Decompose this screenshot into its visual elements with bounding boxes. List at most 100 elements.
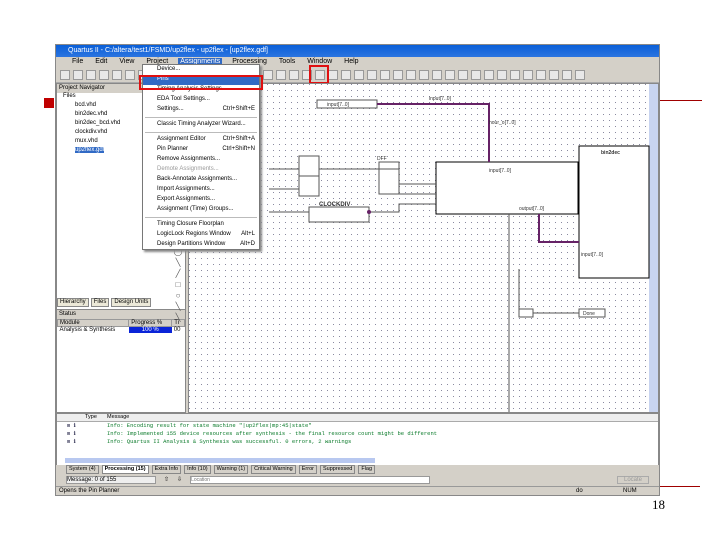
- col-message: Message: [107, 414, 130, 420]
- pin-planner-toolbar-highlight[interactable]: [309, 65, 329, 84]
- status-text: Opens the Pin Planner: [59, 488, 120, 494]
- toolbar-button[interactable]: [575, 70, 585, 80]
- menu-view[interactable]: View: [117, 58, 136, 67]
- menu-item-label: Assignment Editor: [157, 136, 206, 142]
- drawing-tools[interactable]: ▭◯╲╱□○╲╲: [170, 235, 186, 335]
- message-row[interactable]: Info: Implemented 155 device resources a…: [57, 430, 658, 438]
- toolbar-button[interactable]: [562, 70, 572, 80]
- horizontal-scrollbar[interactable]: [65, 458, 375, 463]
- clockdiv-block[interactable]: [308, 206, 370, 223]
- menu-separator: [145, 217, 257, 218]
- menu-item-shortcut: Ctrl+Shift+N: [222, 146, 255, 152]
- bin2dec-block[interactable]: [578, 145, 650, 279]
- message-tab[interactable]: Warning (1): [213, 465, 249, 474]
- locate-button[interactable]: Locate: [616, 476, 649, 484]
- toolbar-button[interactable]: [484, 70, 494, 80]
- menu-item-logiclock-regions-window[interactable]: LogicLock Regions Window Alt+L: [143, 230, 259, 240]
- menu-tools[interactable]: Tools: [277, 58, 297, 67]
- toolbar-button[interactable]: [432, 70, 442, 80]
- menu-item-device[interactable]: Device...: [143, 65, 259, 75]
- toolbar-button[interactable]: [73, 70, 83, 80]
- menu-item-label: EDA Tool Settings...: [157, 96, 210, 102]
- tab-design-units[interactable]: Design Units: [111, 298, 152, 307]
- message-tab[interactable]: Suppressed: [319, 465, 356, 474]
- col-type: Type: [85, 414, 97, 420]
- message-row[interactable]: Info: Encoding result for state machine …: [57, 422, 658, 430]
- menu-item-import-assignments[interactable]: Import Assignments...: [143, 185, 259, 195]
- toolbar-button[interactable]: [471, 70, 481, 80]
- toolbar-button[interactable]: [497, 70, 507, 80]
- title-bar: Quartus II - C:/altera/test1/FSMD/up2fle…: [56, 45, 659, 57]
- menu-item-label: LogicLock Regions Window: [157, 231, 231, 237]
- menu-item-label: Export Assignments...: [157, 196, 216, 202]
- menu-help[interactable]: Help: [342, 58, 360, 67]
- location-input[interactable]: [190, 476, 431, 484]
- message-tab[interactable]: Processing (15): [101, 465, 149, 474]
- message-tab[interactable]: Flag: [358, 465, 376, 474]
- label: CLOCKDIV: [319, 202, 350, 208]
- menu-item-classic-timing-analyzer-wizard[interactable]: Classic Timing Analyzer Wizard...: [143, 120, 259, 130]
- up-arrow-icon[interactable]: ⇧: [164, 476, 169, 484]
- toolbar-button[interactable]: [263, 70, 273, 80]
- status-field: do: [576, 488, 583, 494]
- toolbar-button[interactable]: [419, 70, 429, 80]
- toolbar-button[interactable]: [406, 70, 416, 80]
- message-tab[interactable]: Error: [298, 465, 317, 474]
- tab-hierarchy[interactable]: Hierarchy: [57, 298, 89, 307]
- toolbar-button[interactable]: [125, 70, 135, 80]
- toolbar-button[interactable]: [328, 70, 338, 80]
- status-bar: Opens the Pin Planner do NUM: [56, 486, 659, 496]
- file-name: up2flex.gdf: [75, 147, 105, 153]
- menu-item-shortcut: Ctrl+Shift+E: [222, 106, 255, 112]
- toolbar-button[interactable]: [510, 70, 520, 80]
- toolbar-button[interactable]: [393, 70, 403, 80]
- menu-item-export-assignments[interactable]: Export Assignments...: [143, 195, 259, 205]
- menu-item-remove-assignments[interactable]: Remove Assignments...: [143, 155, 259, 165]
- menu-item-shortcut: Alt+L: [241, 231, 255, 237]
- message-tab[interactable]: Info (10): [184, 465, 211, 474]
- menu-item-design-partitions-window[interactable]: Design Partitions Window Alt+D: [143, 240, 259, 250]
- toolbar-button[interactable]: [367, 70, 377, 80]
- toolbar-button[interactable]: [445, 70, 455, 80]
- menu-item-pin-planner[interactable]: Pin Planner Ctrl+Shift+N: [143, 145, 259, 155]
- menu-edit[interactable]: Edit: [93, 58, 109, 67]
- toolbar-button[interactable]: [354, 70, 364, 80]
- tab-files[interactable]: Files: [90, 298, 110, 307]
- menu-item-assignment-editor[interactable]: Assignment Editor Ctrl+Shift+A: [143, 135, 259, 145]
- menu-item-shortcut: Ctrl+Shift+A: [222, 136, 255, 142]
- menu-item-assignment-time-groups[interactable]: Assignment (Time) Groups...: [143, 205, 259, 215]
- toolbar-button[interactable]: [536, 70, 546, 80]
- slide-rule-bottom: [660, 486, 700, 487]
- toolbar-button[interactable]: [458, 70, 468, 80]
- down-arrow-icon[interactable]: ⇩: [177, 476, 182, 484]
- toolbar-button[interactable]: [112, 70, 122, 80]
- toolbar-button[interactable]: [86, 70, 96, 80]
- label: input[7..0]: [327, 102, 350, 108]
- menu-item-demote-assignments[interactable]: Demote Assignments...: [143, 165, 259, 175]
- message-tab[interactable]: Critical Warning: [251, 465, 296, 474]
- toolbar-button[interactable]: [380, 70, 390, 80]
- toolbar-button[interactable]: [60, 70, 70, 80]
- toolbar-button[interactable]: [341, 70, 351, 80]
- toolbar-button[interactable]: [99, 70, 109, 80]
- toolbar-button[interactable]: [289, 70, 299, 80]
- menu-item-back-annotate-assignments[interactable]: Back-Annotate Assignments...: [143, 175, 259, 185]
- menu-item-timing-closure-floorplan[interactable]: Timing Closure Floorplan: [143, 220, 259, 230]
- dff-block[interactable]: [378, 161, 400, 195]
- menu-item-label: Remove Assignments...: [157, 156, 221, 162]
- message-tab[interactable]: Extra Info: [151, 465, 182, 474]
- menu-item-label: Device...: [157, 66, 181, 72]
- module-name: Analysis & Synthesis: [59, 327, 116, 333]
- menu-item-eda-tool-settings[interactable]: EDA Tool Settings...: [143, 95, 259, 105]
- col-module: Module: [56, 319, 130, 327]
- message-row[interactable]: Info: Quartus II Analysis & Synthesis wa…: [57, 438, 658, 446]
- toolbar-button[interactable]: [549, 70, 559, 80]
- col-progress: Progress %: [128, 319, 173, 327]
- toolbar-button[interactable]: [523, 70, 533, 80]
- menu-item-settings[interactable]: Settings... Ctrl+Shift+E: [143, 105, 259, 115]
- menu-file[interactable]: File: [70, 58, 85, 67]
- message-tab[interactable]: System (4): [66, 465, 99, 474]
- file-name: clockdiv.vhd: [75, 129, 108, 135]
- vertical-scrollbar[interactable]: [649, 84, 658, 412]
- toolbar-button[interactable]: [276, 70, 286, 80]
